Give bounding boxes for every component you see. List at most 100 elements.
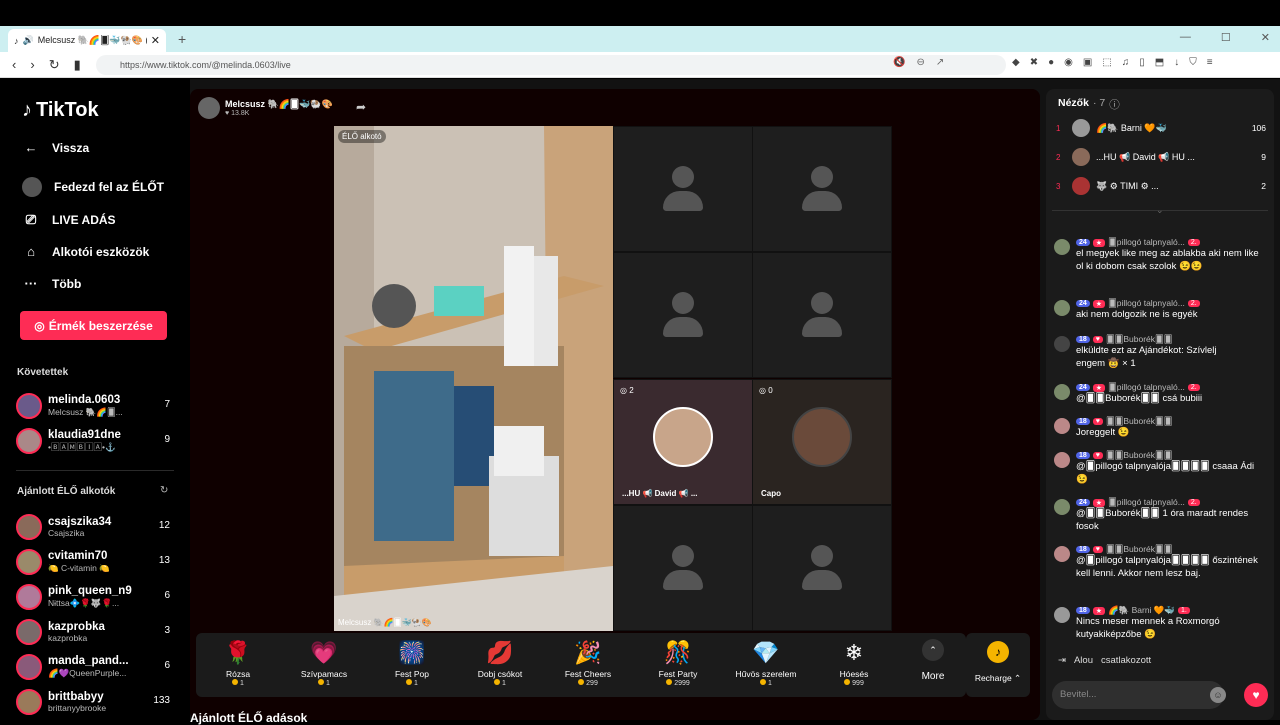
extension-icon[interactable]: ⬒ — [1155, 57, 1164, 68]
avatar — [16, 689, 42, 715]
more-gifts-button[interactable]: ⌃ More — [910, 639, 956, 682]
suggested-account[interactable]: cvitamin70 🍋 C-vitamin 🍋 13 — [16, 545, 176, 579]
suggested-account[interactable]: csajszika34 Csajszika 12 — [16, 510, 176, 544]
maximize-icon[interactable]: ☐ — [1221, 31, 1231, 44]
back-arrow-icon[interactable]: ‹ — [12, 57, 16, 73]
account-name: brittbabyy — [48, 690, 104, 703]
viewer-score: 9 — [1261, 152, 1266, 162]
extension-icon[interactable]: ◆ — [1012, 57, 1020, 68]
fan-badge-icon: ♥ — [1092, 336, 1103, 343]
extension-icon[interactable]: ▯ — [1139, 57, 1145, 68]
gift-price: 2999 — [636, 679, 720, 687]
following-account[interactable]: klaudia91dne •🄱🄰🄼🄱🄸🄰•⚓ 9 — [16, 424, 176, 458]
avatar — [1054, 546, 1070, 562]
gift-item[interactable]: 💋 Dobj csókot 1 — [458, 639, 542, 687]
account-sub: •🄱🄰🄼🄱🄸🄰•⚓ — [48, 442, 116, 453]
empty-guest-slot[interactable] — [613, 126, 753, 252]
new-tab-button[interactable]: + — [178, 31, 186, 47]
creator-tools-link[interactable]: ⌂ Alkotói eszközök — [22, 244, 149, 259]
heart-icon: ♥ — [225, 110, 230, 117]
chevron-down-icon[interactable]: ⌄ — [1156, 205, 1164, 216]
gift-item[interactable]: 🎊 Fest Party 2999 — [636, 639, 720, 687]
close-tab-icon[interactable]: ✕ — [151, 34, 160, 47]
empty-guest-slot[interactable] — [752, 126, 892, 252]
zoom-icon[interactable]: ⊖ — [916, 57, 924, 68]
reload-icon[interactable]: ↻ — [49, 57, 60, 73]
gift-item[interactable]: 💗 Szívpamacs 1 — [282, 639, 366, 687]
coin-icon: ♪ — [987, 641, 1009, 663]
get-coins-button[interactable]: ◎ Érmék beszerzése — [20, 311, 167, 340]
host-video[interactable]: ÉLŐ alkotó Melcsusz 🐘🌈🂠🐳🐏🎨 — [334, 126, 613, 631]
back-link[interactable]: ← Vissza — [22, 140, 90, 155]
more-link[interactable]: ··· Több — [22, 276, 82, 291]
gift-item[interactable]: ❄ Hóesés 999 — [812, 639, 896, 687]
level-badge: 24 — [1076, 499, 1090, 506]
chat-input[interactable]: Bevitel... — [1052, 681, 1224, 709]
guest-slot[interactable]: ◎ 2 ...HU 📢 David 📢 ... — [613, 379, 753, 505]
browser-tab[interactable]: ♪ 🔊 Melcsusz 🐘🌈🂠🐳🐏🎨 (@ ✕ — [8, 29, 166, 52]
bookmark-icon[interactable]: ▮ — [74, 57, 81, 73]
gem-icon: ◎ — [759, 386, 766, 395]
gift-item[interactable]: 🎆 Fest Pop 1 — [370, 639, 454, 687]
menu-icon[interactable]: ≡ — [1207, 57, 1213, 68]
chat-message: 24 ★ 🂠pillogó talpnyaló... 2. @🂠🂠Buborék🂠🂠 c… — [1054, 382, 1268, 406]
mute-icon[interactable]: 🔇 — [893, 57, 905, 68]
account-name: cvitamin70 — [48, 550, 108, 563]
gift-item[interactable]: 🌹 Rózsa 1 — [196, 639, 280, 687]
empty-guest-slot[interactable] — [752, 252, 892, 378]
refresh-icon[interactable]: ↻ — [160, 485, 168, 496]
coins-button-label: Érmék beszerzése — [48, 318, 153, 333]
extension-icon[interactable]: ▣ — [1083, 57, 1092, 68]
viewers-title: Nézők — [1058, 97, 1089, 109]
suggested-account[interactable]: pink_queen_n9 Nɨttsa💠🌹🐺🌹... 6 — [16, 580, 176, 614]
empty-guest-slot[interactable] — [613, 252, 753, 378]
viewers-count: · 7 — [1092, 97, 1106, 109]
fan-badge-icon: ♥ — [1092, 546, 1103, 553]
extension-icon[interactable]: ⬚ — [1102, 57, 1111, 68]
suggested-account[interactable]: kazprobka kazprobka 3 — [16, 615, 176, 649]
extension-icon[interactable]: ↓ — [1174, 57, 1179, 68]
extension-icon[interactable]: ⛉ — [1189, 57, 1197, 68]
share-icon[interactable]: ↗ — [936, 57, 944, 68]
viewer-score: 2 — [1261, 181, 1266, 191]
viewer-rank: 3 — [1056, 181, 1061, 191]
top-viewer[interactable]: 2 ...HU 📢 David 📢 HU ... 9 — [1056, 146, 1266, 168]
chevron-up-icon: ⌃ — [1014, 673, 1022, 683]
emoji-icon[interactable]: ☺ — [1210, 687, 1226, 703]
extension-icon[interactable]: ◉ — [1064, 57, 1073, 68]
following-account[interactable]: melinda.0603 Melcsusz 🐘🌈🂠... 7 — [16, 389, 176, 423]
top-viewer[interactable]: 3 🐺 ⚙ TIMI ⚙ ... 2 — [1056, 175, 1266, 197]
gift-item[interactable]: 💎 Hűvös szerelem 1 — [724, 639, 808, 687]
extension-icon[interactable]: ✖ — [1030, 57, 1038, 68]
heart-icon[interactable]: ♥ — [1244, 683, 1268, 707]
fan-badge-icon: ★ — [1092, 498, 1106, 507]
chat-message: 18 ♥ 🂠🂠Buborék🂠🂠 @🂠pillogó talpnyalója🂠🂠🂠🂠 … — [1054, 450, 1268, 486]
address-bar-row: ‹ › ↻ ▮ https://www.tiktok.com/@melinda.… — [0, 52, 1280, 78]
gift-item[interactable]: 🎉 Fest Cheers 299 — [546, 639, 630, 687]
recharge-button[interactable]: ♪ Recharge ⌃ — [966, 633, 1030, 697]
tiktok-logo[interactable]: ♪ TikTok — [22, 99, 99, 122]
empty-guest-slot[interactable] — [752, 505, 892, 631]
minimize-icon[interactable]: — — [1180, 31, 1191, 44]
suggested-account[interactable]: manda_pand... 🌈💜QueenPurple... 6 — [16, 650, 176, 684]
level-badge: 18 — [1076, 546, 1090, 553]
guest-slot[interactable]: ◎ 0 Capo — [752, 379, 892, 505]
forward-arrow-icon[interactable]: › — [30, 57, 34, 73]
close-window-icon[interactable]: ✕ — [1261, 31, 1270, 44]
info-icon[interactable]: ⓘ — [1109, 97, 1120, 112]
chat-user: 🂠pillogó talpnyaló... — [1108, 497, 1185, 507]
url-input[interactable]: https://www.tiktok.com/@melinda.0603/liv… — [96, 55, 1006, 75]
host-info[interactable]: Melcsusz 🐘🌈🂠🐳🐏🎨 ♥ 13.8K — [198, 97, 333, 119]
speaker-icon[interactable]: 🔊 — [23, 35, 34, 46]
level-badge: 18 — [1076, 607, 1090, 614]
discover-live-link[interactable]: Fedezd fel az ÉLŐT — [22, 177, 164, 197]
extension-icon[interactable]: ● — [1048, 57, 1054, 68]
top-viewer[interactable]: 1 🌈🐘 Barni 🧡🐳 106 — [1056, 117, 1266, 139]
extension-icon[interactable]: ♫ — [1122, 57, 1130, 68]
suggested-account[interactable]: brittbabyy brittanyybrooke 133 — [16, 685, 176, 719]
share-icon[interactable]: ➦ — [356, 100, 366, 114]
gift-name: Hóesés — [839, 669, 869, 679]
live-broadcast-link[interactable]: ⎚ LIVE ADÁS — [22, 212, 116, 228]
empty-guest-slot[interactable] — [613, 505, 753, 631]
person-placeholder-icon — [663, 545, 703, 591]
